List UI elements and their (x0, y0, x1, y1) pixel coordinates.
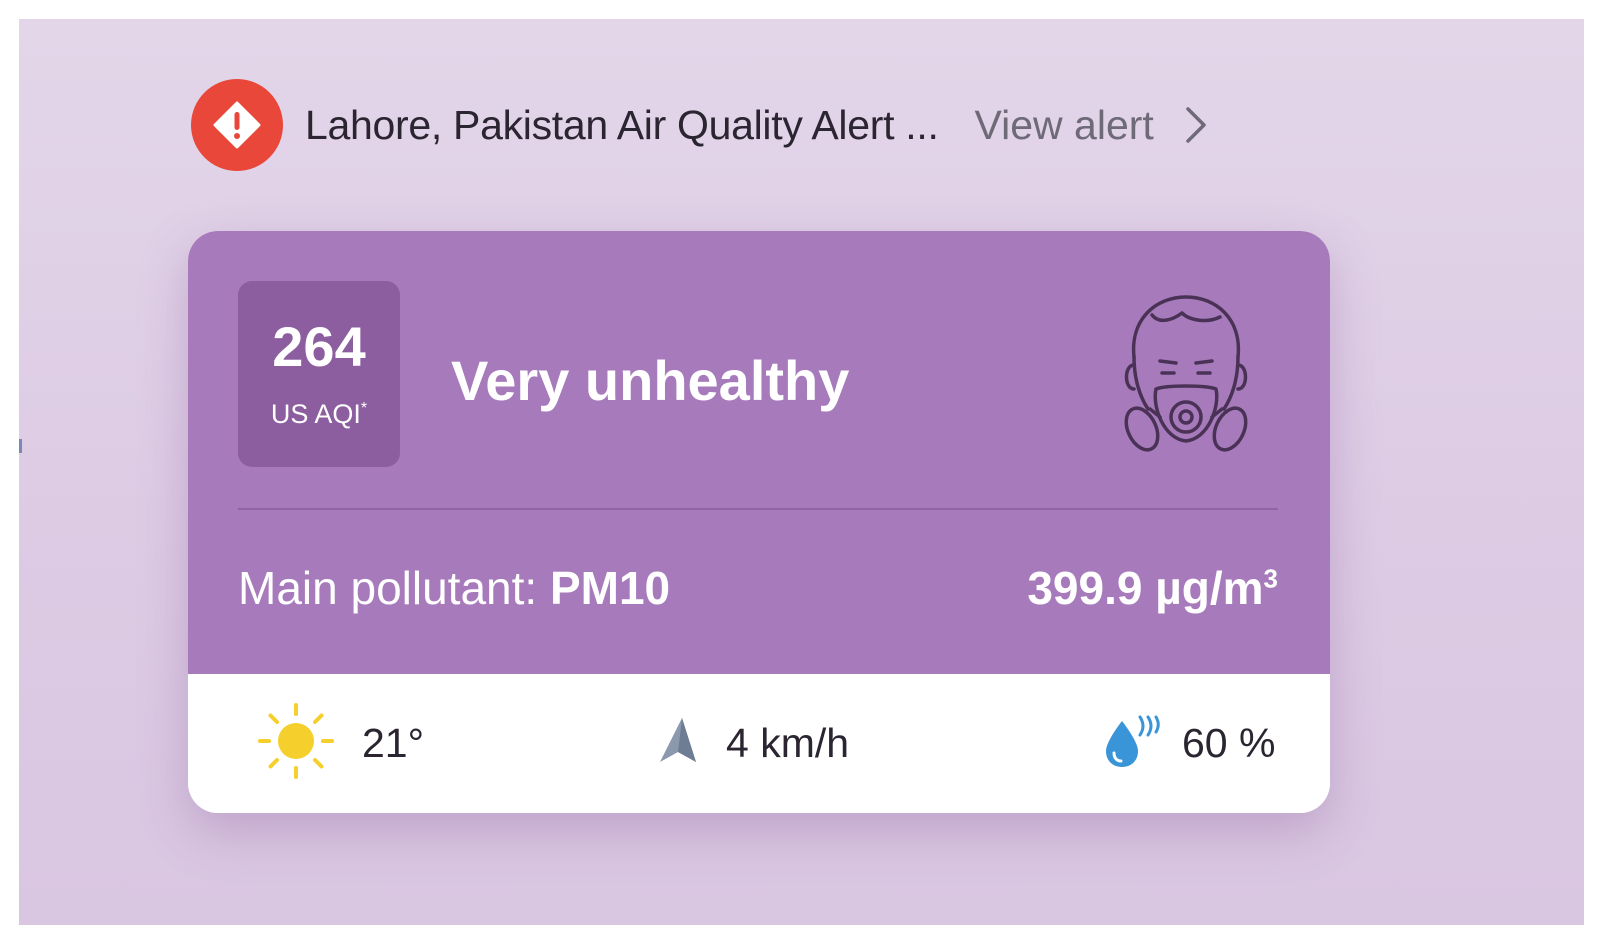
aqi-unit-mark: * (360, 400, 368, 417)
pollutant-concentration-exponent: 3 (1263, 563, 1278, 594)
divider (238, 508, 1278, 510)
temperature-item: 21° (256, 674, 424, 813)
wind-item: 4 km/h (656, 674, 849, 813)
wind-value: 4 km/h (726, 720, 850, 766)
pollutant-concentration-value: 399.9 µg/m (1027, 562, 1264, 614)
sun-icon (256, 701, 336, 786)
humidity-item: 60 % (1102, 674, 1275, 813)
temperature-value: 21° (362, 720, 425, 766)
aqi-level: Very unhealthy (451, 349, 850, 412)
aqi-badge: 264 US AQI* (238, 281, 400, 467)
view-alert-label: View alert (974, 101, 1154, 148)
pollutant-concentration: 399.9 µg/m3 (1027, 561, 1278, 615)
aqi-unit-label: US AQI* (238, 401, 400, 428)
main-pollutant: Main pollutant: PM10 (238, 561, 670, 615)
wind-direction-arrow-icon (656, 716, 700, 771)
aqi-unit-text: US AQI (270, 399, 361, 429)
aqi-summary: 264 US AQI* Very unhealthy Main pollutan… (188, 231, 1330, 674)
weather-row: 21° 4 km/h 60 % (188, 674, 1330, 813)
alert-banner[interactable]: Lahore, Pakistan Air Quality Alert ... V… (191, 79, 1208, 171)
aqi-card[interactable]: 264 US AQI* Very unhealthy Main pollutan… (188, 231, 1330, 813)
aqi-value: 264 (272, 315, 366, 378)
chevron-right-icon (1184, 105, 1208, 145)
view-alert-link[interactable]: View alert (975, 102, 1208, 149)
air-quality-widget: Lahore, Pakistan Air Quality Alert ... V… (19, 19, 1584, 925)
humidity-value: 60 % (1182, 720, 1276, 766)
gas-mask-person-icon (1116, 289, 1256, 469)
main-pollutant-label: Main pollutant: (238, 562, 538, 614)
warning-diamond-icon (191, 79, 283, 171)
edge-marker (19, 439, 22, 453)
humidity-drop-icon (1102, 713, 1160, 774)
alert-title: Lahore, Pakistan Air Quality Alert ... (305, 101, 939, 148)
main-pollutant-name: PM10 (549, 562, 671, 614)
